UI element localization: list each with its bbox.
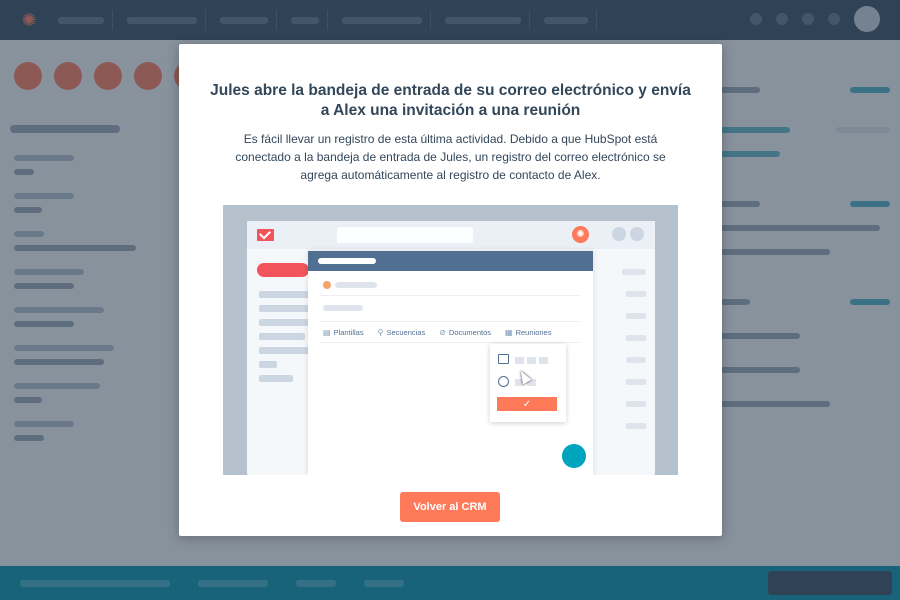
mail-list-item [626,335,646,341]
mail-list-item [626,313,646,319]
calendar-icon [498,354,509,364]
mail-list-item [626,379,646,385]
mail-list-item [626,401,646,407]
mail-list-item [626,357,646,363]
back-to-crm-button[interactable]: Volver al CRM [400,492,500,522]
mail-folder [259,375,293,382]
toolbar-meetings: ▦ Reuniones [505,328,552,337]
meetings-popup: ✓ [490,344,566,422]
modal-title: Jules abre la bandeja de entrada de su c… [210,82,691,119]
sequences-icon: ⚲ [377,328,384,337]
hubspot-sprocket-icon: ✺ [572,226,589,243]
hubspot-toolbar: ▤ Plantillas ⚲ Secuencias ⊘ Documentos ▦… [323,328,551,337]
toolbar-documents: ⊘ Documentos [439,328,492,337]
mail-list-item [626,423,646,429]
window-control-icon [630,227,644,241]
mail-folder [259,361,277,368]
compose-pill [257,263,309,277]
recipient-field [335,282,377,288]
calendar-icon: ▦ [505,328,513,337]
tour-modal: Jules abre la bandeja de entrada de su c… [179,44,722,536]
mail-folder [259,319,309,326]
subject-field [323,305,363,311]
window-control-icon [612,227,626,241]
toolbar-sequences: ⚲ Secuencias [377,328,426,337]
compose-header [308,251,593,271]
clock-icon [498,376,509,387]
confirm-meeting-button: ✓ [497,397,557,411]
templates-icon: ▤ [323,328,331,337]
recipient-avatar [323,281,331,289]
modal-description: Es fácil llevar un registro de esta últi… [235,132,666,182]
compose-window: ▤ Plantillas ⚲ Secuencias ⊘ Documentos ▦… [308,251,593,475]
mail-list-item [622,269,646,275]
mail-folder [259,291,309,298]
toolbar-templates: ▤ Plantillas [323,328,364,337]
paperclip-icon: ⊘ [439,328,446,337]
mail-list-item [626,291,646,297]
chat-widget-icon [562,444,586,468]
gmail-icon [257,229,274,241]
mail-folder [259,347,309,354]
mail-folder [259,333,305,340]
email-client-illustration: ✺ ▤ Plantillas ⚲ Secuencias ⊘ Documentos… [223,205,678,475]
mail-search-bar [337,227,473,243]
